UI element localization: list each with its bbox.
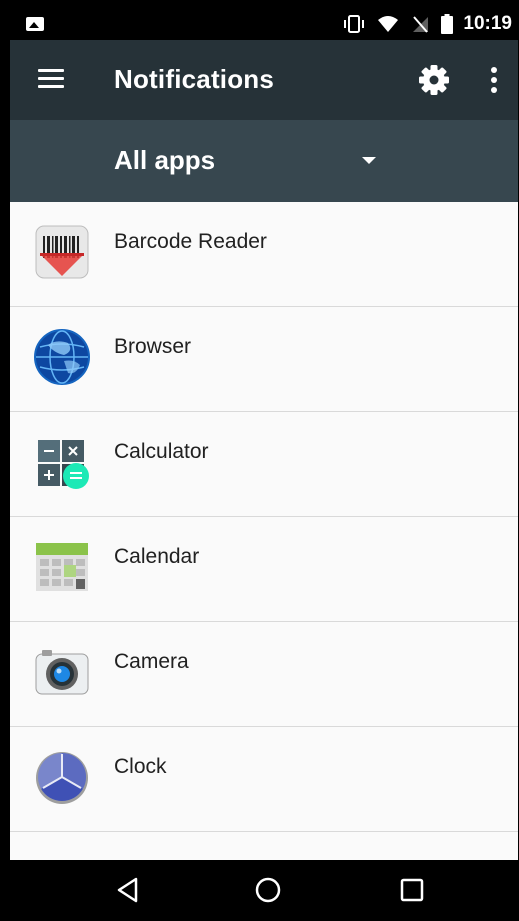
app-bar: Notifications bbox=[10, 40, 518, 120]
app-label: Barcode Reader bbox=[114, 230, 267, 253]
calculator-icon bbox=[34, 434, 90, 490]
app-label: Calculator bbox=[114, 440, 209, 463]
list-item-barcode-reader[interactable]: Barcode Reader bbox=[10, 202, 518, 307]
app-label: Camera bbox=[114, 650, 189, 673]
page-title: Notifications bbox=[114, 64, 275, 94]
battery-icon bbox=[441, 14, 454, 34]
status-bar: 10:19 bbox=[10, 8, 518, 40]
wifi-icon bbox=[377, 15, 399, 33]
gear-icon[interactable] bbox=[416, 62, 452, 98]
list-item-browser[interactable]: Browser bbox=[10, 307, 518, 412]
more-vert-icon[interactable] bbox=[480, 62, 508, 98]
app-filter-dropdown[interactable]: All apps bbox=[10, 120, 518, 202]
image-icon bbox=[26, 17, 44, 31]
status-time: 10:19 bbox=[463, 13, 512, 34]
list-item-calculator[interactable]: Calculator bbox=[10, 412, 518, 517]
device-screen: 10:19 Notifications All apps Barcode Rea… bbox=[10, 8, 518, 921]
app-label: Calendar bbox=[114, 545, 200, 568]
barcode-reader-icon bbox=[34, 224, 90, 280]
app-label: Clock bbox=[114, 755, 167, 778]
list-item-camera[interactable]: Camera bbox=[10, 622, 518, 727]
list-item-clock[interactable]: Clock bbox=[10, 727, 518, 832]
navigation-bar bbox=[10, 860, 518, 921]
browser-globe-icon bbox=[34, 329, 90, 385]
camera-icon bbox=[34, 644, 90, 700]
back-icon[interactable] bbox=[114, 876, 142, 904]
calendar-icon bbox=[34, 539, 90, 595]
clock-icon bbox=[34, 749, 90, 805]
list-item-calendar[interactable]: Calendar bbox=[10, 517, 518, 622]
app-list: Barcode Reader Browser Calculator Calend… bbox=[10, 202, 518, 832]
menu-icon[interactable] bbox=[38, 68, 64, 90]
filter-selected-label: All apps bbox=[114, 145, 216, 175]
home-icon[interactable] bbox=[254, 876, 282, 904]
vibrate-icon bbox=[343, 15, 365, 33]
no-sim-icon bbox=[411, 15, 429, 33]
recents-icon[interactable] bbox=[400, 878, 424, 902]
app-label: Browser bbox=[114, 335, 192, 358]
dropdown-arrow-icon bbox=[362, 157, 376, 164]
status-icons: 10:19 bbox=[331, 8, 512, 40]
